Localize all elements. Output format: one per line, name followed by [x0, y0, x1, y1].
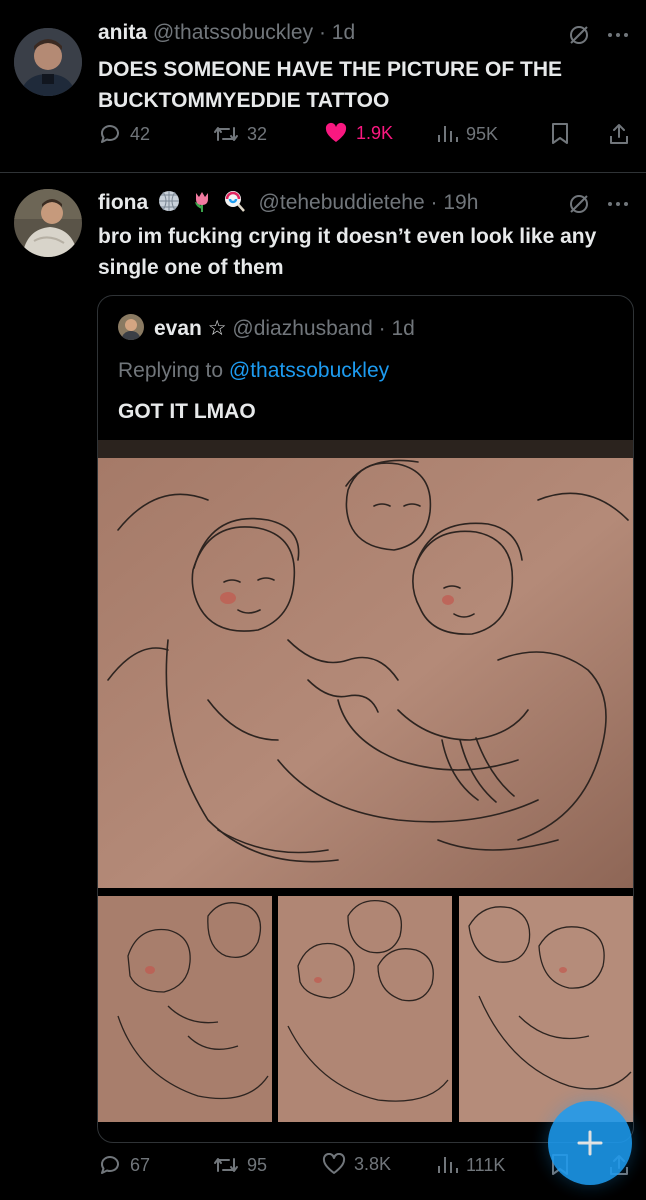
tattoo-photo-main[interactable] — [98, 440, 633, 888]
tulip-emoji — [190, 189, 214, 220]
views-button[interactable]: 95K — [436, 122, 498, 146]
like-count: 1.9K — [356, 122, 394, 143]
views-button[interactable]: 111K — [436, 1153, 505, 1177]
mirror-ball-emoji — [157, 189, 181, 220]
like-count: 3.8K — [354, 1153, 392, 1174]
views-icon — [438, 1157, 458, 1173]
tattoo-photo-1[interactable] — [98, 896, 272, 1122]
muted-icon — [570, 26, 588, 44]
quoted-tweet[interactable]: evan ☆ @diazhusband · 1d Replying to @th… — [97, 295, 634, 1143]
views-count: 111K — [466, 1154, 506, 1175]
views-icon — [438, 126, 458, 142]
retweet-icon — [214, 1158, 238, 1172]
tweet-actions: 42 32 1.9K 95K — [98, 122, 634, 156]
avatar-anita[interactable] — [14, 28, 82, 96]
separator: · — [318, 21, 326, 44]
views-count: 95K — [466, 123, 499, 144]
tweet-header-icons — [568, 24, 630, 46]
replying-prefix: Replying to — [118, 359, 224, 382]
tattoo-photo-3[interactable] — [459, 896, 633, 1122]
more-icon[interactable] — [606, 24, 630, 46]
display-name[interactable]: anita — [98, 21, 147, 44]
tweet-header-icons — [568, 193, 630, 215]
reply-button[interactable]: 42 — [98, 122, 150, 146]
handle[interactable]: @tehebuddietehe — [259, 191, 425, 214]
bookmark-icon — [552, 123, 568, 144]
like-icon — [325, 122, 347, 142]
retweet-button[interactable]: 95 — [213, 1153, 267, 1177]
reply-icon — [101, 125, 119, 143]
reply-button[interactable]: 67 — [98, 1153, 150, 1177]
compose-button[interactable] — [548, 1101, 632, 1185]
reply-count: 42 — [130, 123, 151, 144]
tweet-anita[interactable]: anita @thatssobuckley · 1d DOES SOMEONE … — [0, 0, 646, 172]
quote-separator: · — [378, 317, 386, 340]
tweet-text: bro im fucking crying it doesn’t even lo… — [98, 225, 597, 279]
bookmark-button[interactable] — [550, 122, 570, 146]
muted-icon — [570, 195, 588, 213]
like-button[interactable]: 3.8K — [322, 1153, 391, 1175]
share-icon — [610, 124, 628, 144]
quote-timestamp[interactable]: 1d — [391, 317, 414, 340]
lollipop-emoji — [223, 189, 247, 220]
tweet-header: fiona @tehebuddietehe · 19h — [98, 189, 478, 220]
retweet-icon — [214, 127, 238, 141]
reply-icon — [101, 1156, 119, 1174]
retweet-count: 32 — [247, 123, 268, 144]
quote-header: evan ☆ @diazhusband · 1d — [154, 316, 415, 342]
display-name[interactable]: fiona — [98, 191, 148, 214]
more-icon[interactable] — [606, 193, 630, 215]
replying-to: Replying to @thatssobuckley — [118, 358, 389, 384]
share-button[interactable] — [608, 122, 630, 146]
separator: · — [430, 191, 438, 214]
timestamp[interactable]: 19h — [443, 191, 478, 214]
reply-count: 67 — [130, 1154, 151, 1175]
tweet-text: DOES SOMEONE HAVE THE PICTURE OF THE BUC… — [98, 58, 562, 112]
like-icon — [322, 1153, 346, 1174]
quote-handle[interactable]: @diazhusband — [232, 317, 372, 340]
retweet-count: 95 — [247, 1154, 268, 1175]
like-button[interactable]: 1.9K — [324, 122, 393, 144]
tweet-header: anita @thatssobuckley · 1d — [98, 20, 355, 46]
replying-handle[interactable]: @thatssobuckley — [229, 359, 389, 382]
quote-display-name[interactable]: evan ☆ — [154, 317, 227, 340]
avatar-evan[interactable] — [118, 314, 144, 340]
retweet-button[interactable]: 32 — [213, 122, 267, 146]
timestamp[interactable]: 1d — [332, 21, 355, 44]
quote-text: GOT IT LMAO — [118, 400, 256, 423]
tattoo-photo-2[interactable] — [278, 896, 452, 1122]
handle[interactable]: @thatssobuckley — [153, 21, 313, 44]
avatar-fiona[interactable] — [14, 189, 82, 257]
compose-plus-icon — [577, 1130, 603, 1156]
